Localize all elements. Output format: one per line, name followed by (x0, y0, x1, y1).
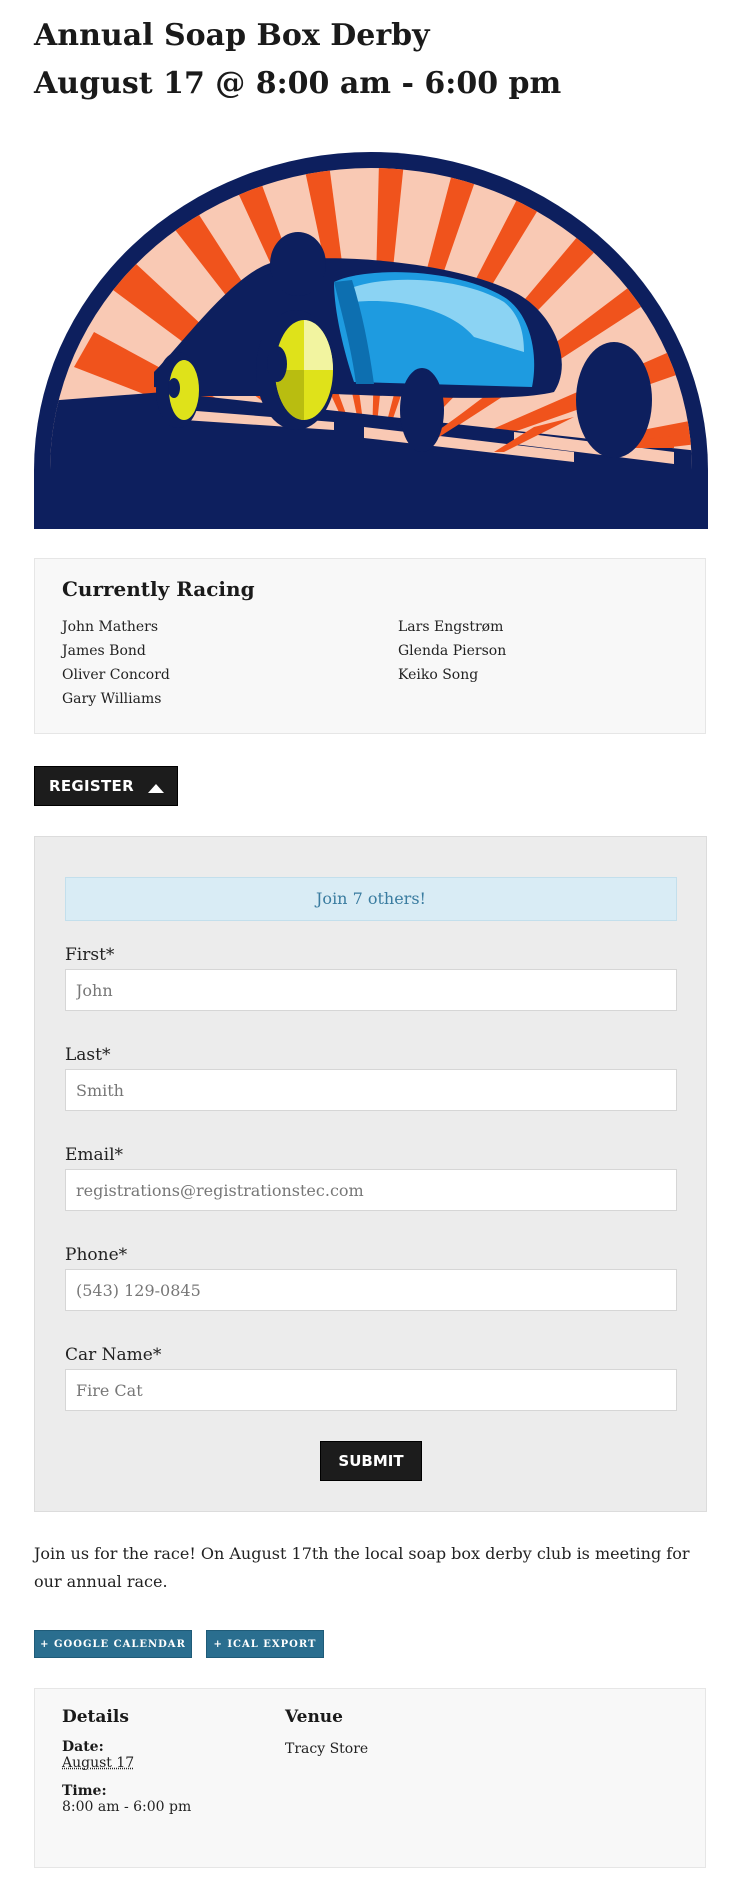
ical-export-button[interactable]: + ICAL EXPORT (206, 1630, 324, 1658)
register-button[interactable]: REGISTER (34, 766, 178, 806)
email-label: Email* (65, 1145, 124, 1165)
event-title-date: August 17 @ 8:00 am - 6:00 pm (34, 66, 562, 101)
car-name-input[interactable] (65, 1369, 677, 1411)
venue-heading: Venue (285, 1707, 343, 1727)
racer-name: Glenda Pierson (398, 643, 507, 659)
racer-name: Keiko Song (398, 667, 479, 683)
date-value: August 17 (62, 1755, 135, 1771)
last-name-input[interactable] (65, 1069, 677, 1111)
date-label: Date: (62, 1739, 104, 1755)
phone-label: Phone* (65, 1245, 128, 1265)
racer-name: Oliver Concord (62, 667, 170, 683)
time-label: Time: (62, 1783, 107, 1799)
racer-name: Gary Williams (62, 691, 162, 707)
soap-box-derby-illustration (34, 152, 708, 529)
racer-name: James Bond (62, 643, 146, 659)
details-heading: Details (62, 1707, 129, 1727)
first-name-label: First* (65, 945, 115, 965)
email-input[interactable] (65, 1169, 677, 1211)
google-calendar-button[interactable]: + GOOGLE CALENDAR (34, 1630, 192, 1658)
event-title-name: Annual Soap Box Derby (34, 18, 430, 53)
event-details-panel: Details Date: August 17 Time: 8:00 am - … (34, 1688, 706, 1868)
racer-name: John Mathers (62, 619, 159, 635)
registration-form: Join 7 others! First* Last* Email* Phone… (34, 836, 707, 1512)
racer-name: Lars Engstrøm (398, 619, 504, 635)
time-value: 8:00 am - 6:00 pm (62, 1799, 192, 1815)
registrations-notice: Join 7 others! (65, 877, 677, 921)
car-name-label: Car Name* (65, 1345, 162, 1365)
event-title: Annual Soap Box Derby August 17 @ 8:00 a… (34, 12, 714, 108)
currently-racing-panel: Currently Racing John Mathers James Bond… (34, 558, 706, 734)
event-page: Annual Soap Box Derby August 17 @ 8:00 a… (0, 0, 741, 1888)
first-name-input[interactable] (65, 969, 677, 1011)
caret-up-icon (147, 783, 164, 793)
last-name-label: Last* (65, 1045, 111, 1065)
register-button-label: REGISTER (49, 777, 134, 795)
phone-input[interactable] (65, 1269, 677, 1311)
derby-car-icon (34, 152, 708, 529)
racers-column-2: Lars Engstrøm Glenda Pierson Keiko Song (398, 615, 506, 687)
event-description: Join us for the race! On August 17th the… (34, 1544, 690, 1591)
submit-button[interactable]: SUBMIT (320, 1441, 422, 1481)
venue-name: Tracy Store (285, 1741, 369, 1757)
racers-column-1: John Mathers James Bond Oliver Concord G… (62, 615, 170, 711)
currently-racing-heading: Currently Racing (62, 577, 255, 601)
